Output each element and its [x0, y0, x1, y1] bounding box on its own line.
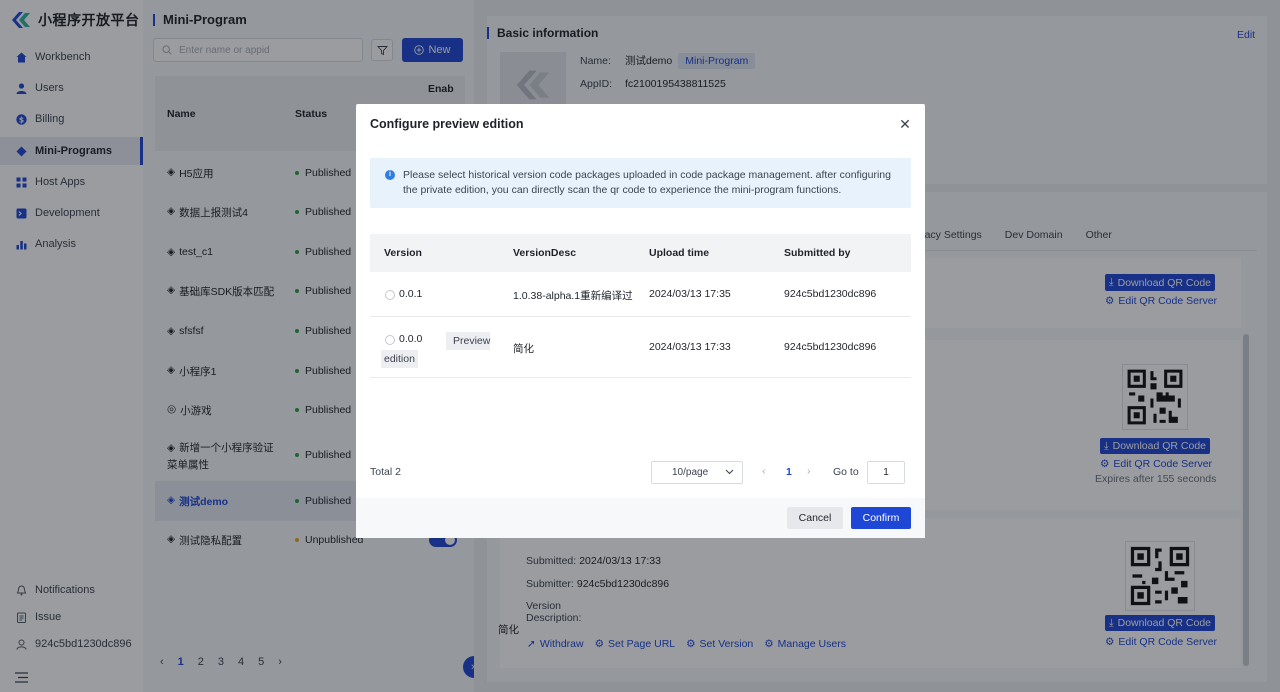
cancel-button[interactable]: Cancel — [787, 507, 843, 529]
column-header-submitted-by: Submitted by — [784, 247, 851, 259]
info-icon: i — [385, 170, 395, 180]
close-icon[interactable]: ✕ — [898, 116, 912, 132]
column-header-version: Version — [384, 247, 422, 259]
chevron-down-icon — [725, 467, 734, 479]
modal-pagination: Total 2 10/page ‹ 1 › Go to 1 — [370, 460, 911, 486]
goto-label: Go to — [833, 466, 859, 478]
version-row[interactable]: 0.0.1 1.0.38-alpha.1重新编译过 2024/03/13 17:… — [370, 272, 911, 317]
preview-edition-tag: Preview — [446, 332, 490, 350]
info-alert: i Please select historical version code … — [370, 158, 911, 208]
version-radio[interactable] — [385, 335, 395, 345]
current-page[interactable]: 1 — [786, 466, 792, 478]
next-page-icon[interactable]: › — [807, 465, 811, 477]
preview-edition-tag-cont: edition — [381, 350, 418, 368]
page-size-select[interactable]: 10/page — [651, 461, 743, 484]
confirm-button[interactable]: Confirm — [851, 507, 911, 529]
total-count: Total 2 — [370, 466, 401, 478]
modal-title: Configure preview edition — [370, 117, 524, 131]
version-radio[interactable] — [385, 290, 395, 300]
column-header-upload-time: Upload time — [649, 247, 710, 259]
version-row[interactable]: 0.0.0 Preview edition 简化 2024/03/13 17:3… — [370, 317, 911, 378]
column-header-versiondesc: VersionDesc — [513, 247, 577, 259]
configure-preview-modal: Configure preview edition ✕ i Please sel… — [356, 104, 925, 538]
goto-page-input[interactable]: 1 — [867, 461, 905, 484]
prev-page-icon[interactable]: ‹ — [762, 465, 766, 477]
version-table-header: Version VersionDesc Upload time Submitte… — [370, 234, 911, 272]
